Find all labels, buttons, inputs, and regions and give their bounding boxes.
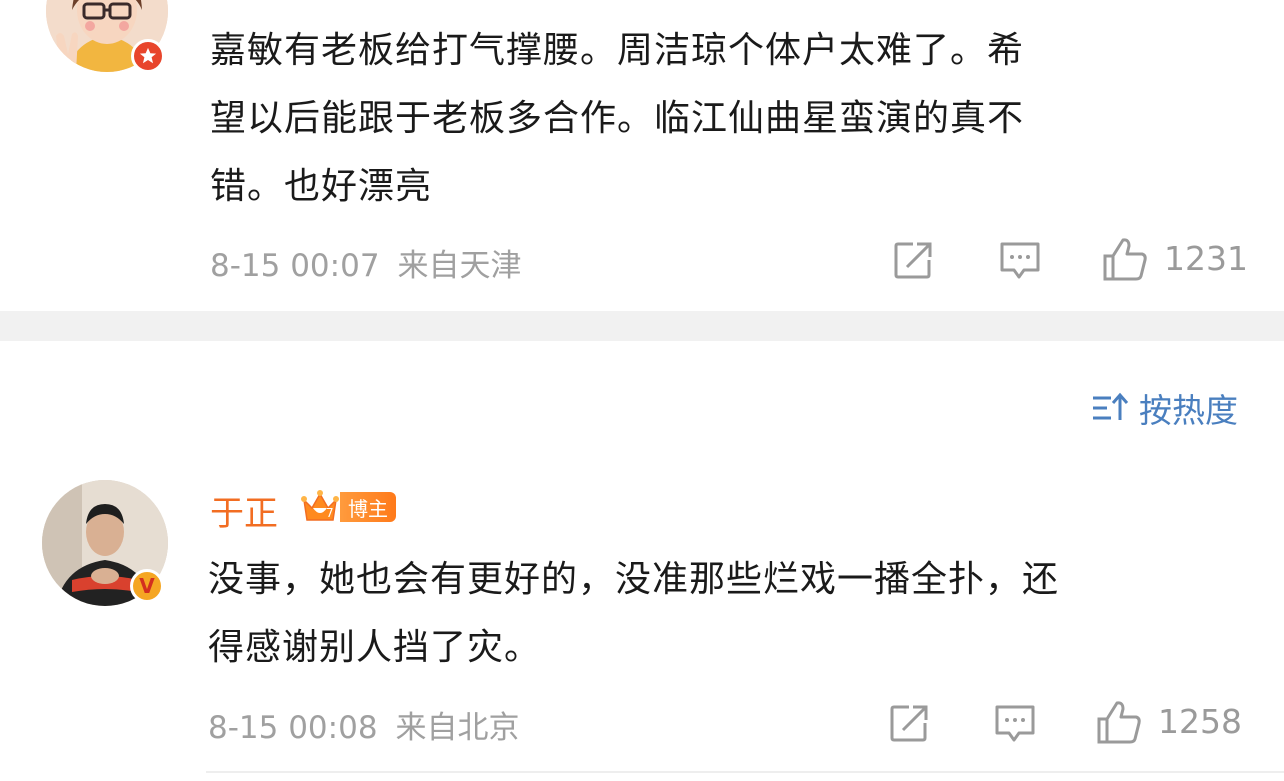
comment-text: 没事，她也会有更好的，没准那些烂戏一播全扑，还 得感谢别人挡了灾。 bbox=[208, 559, 1060, 668]
share-icon[interactable] bbox=[893, 240, 935, 280]
sort-by-hot-button[interactable]: 按热度 bbox=[1091, 384, 1238, 432]
verified-mark: V bbox=[139, 574, 155, 598]
thumbs-up-icon[interactable] bbox=[1101, 236, 1149, 282]
share-icon[interactable] bbox=[889, 703, 931, 743]
comment-separator bbox=[206, 771, 1284, 773]
vip-level: 7 bbox=[326, 506, 334, 520]
like-count: 1231 bbox=[1164, 239, 1248, 278]
verified-badge-icon: V bbox=[130, 569, 164, 603]
comment-icon[interactable] bbox=[993, 703, 1037, 745]
thumbs-up-icon[interactable] bbox=[1095, 699, 1143, 745]
vip-badge[interactable]: 7 博主 bbox=[300, 488, 396, 526]
like-count: 1258 bbox=[1158, 702, 1242, 741]
comment-text: 嘉敏有老板给打气撑腰。周洁琼个体户太难了。希 望以后能跟于老板多合作。临江仙曲星… bbox=[210, 30, 1025, 207]
comment-date: 8-15 00:08 bbox=[208, 710, 378, 746]
comment-item-1: 嘉敏有老板给打气撑腰。周洁琼个体户太难了。希 望以后能跟于老板多合作。临江仙曲星… bbox=[0, 0, 1284, 311]
comment-meta: 8-15 00:08 来自北京 bbox=[208, 702, 520, 747]
vip-tag: 博主 bbox=[340, 492, 396, 522]
comment-date: 8-15 00:07 bbox=[210, 248, 380, 284]
verified-badge-icon bbox=[131, 39, 165, 73]
comment-icon[interactable] bbox=[998, 240, 1042, 282]
username[interactable]: 于正 bbox=[210, 486, 278, 535]
section-divider bbox=[0, 311, 1284, 341]
sort-icon bbox=[1093, 392, 1129, 420]
comment-location: 来自天津 bbox=[397, 248, 522, 284]
comment-meta: 8-15 00:07 来自天津 bbox=[210, 240, 522, 285]
comment-location: 来自北京 bbox=[395, 710, 520, 746]
sort-label: 按热度 bbox=[1139, 391, 1238, 430]
crown-icon bbox=[300, 488, 340, 526]
